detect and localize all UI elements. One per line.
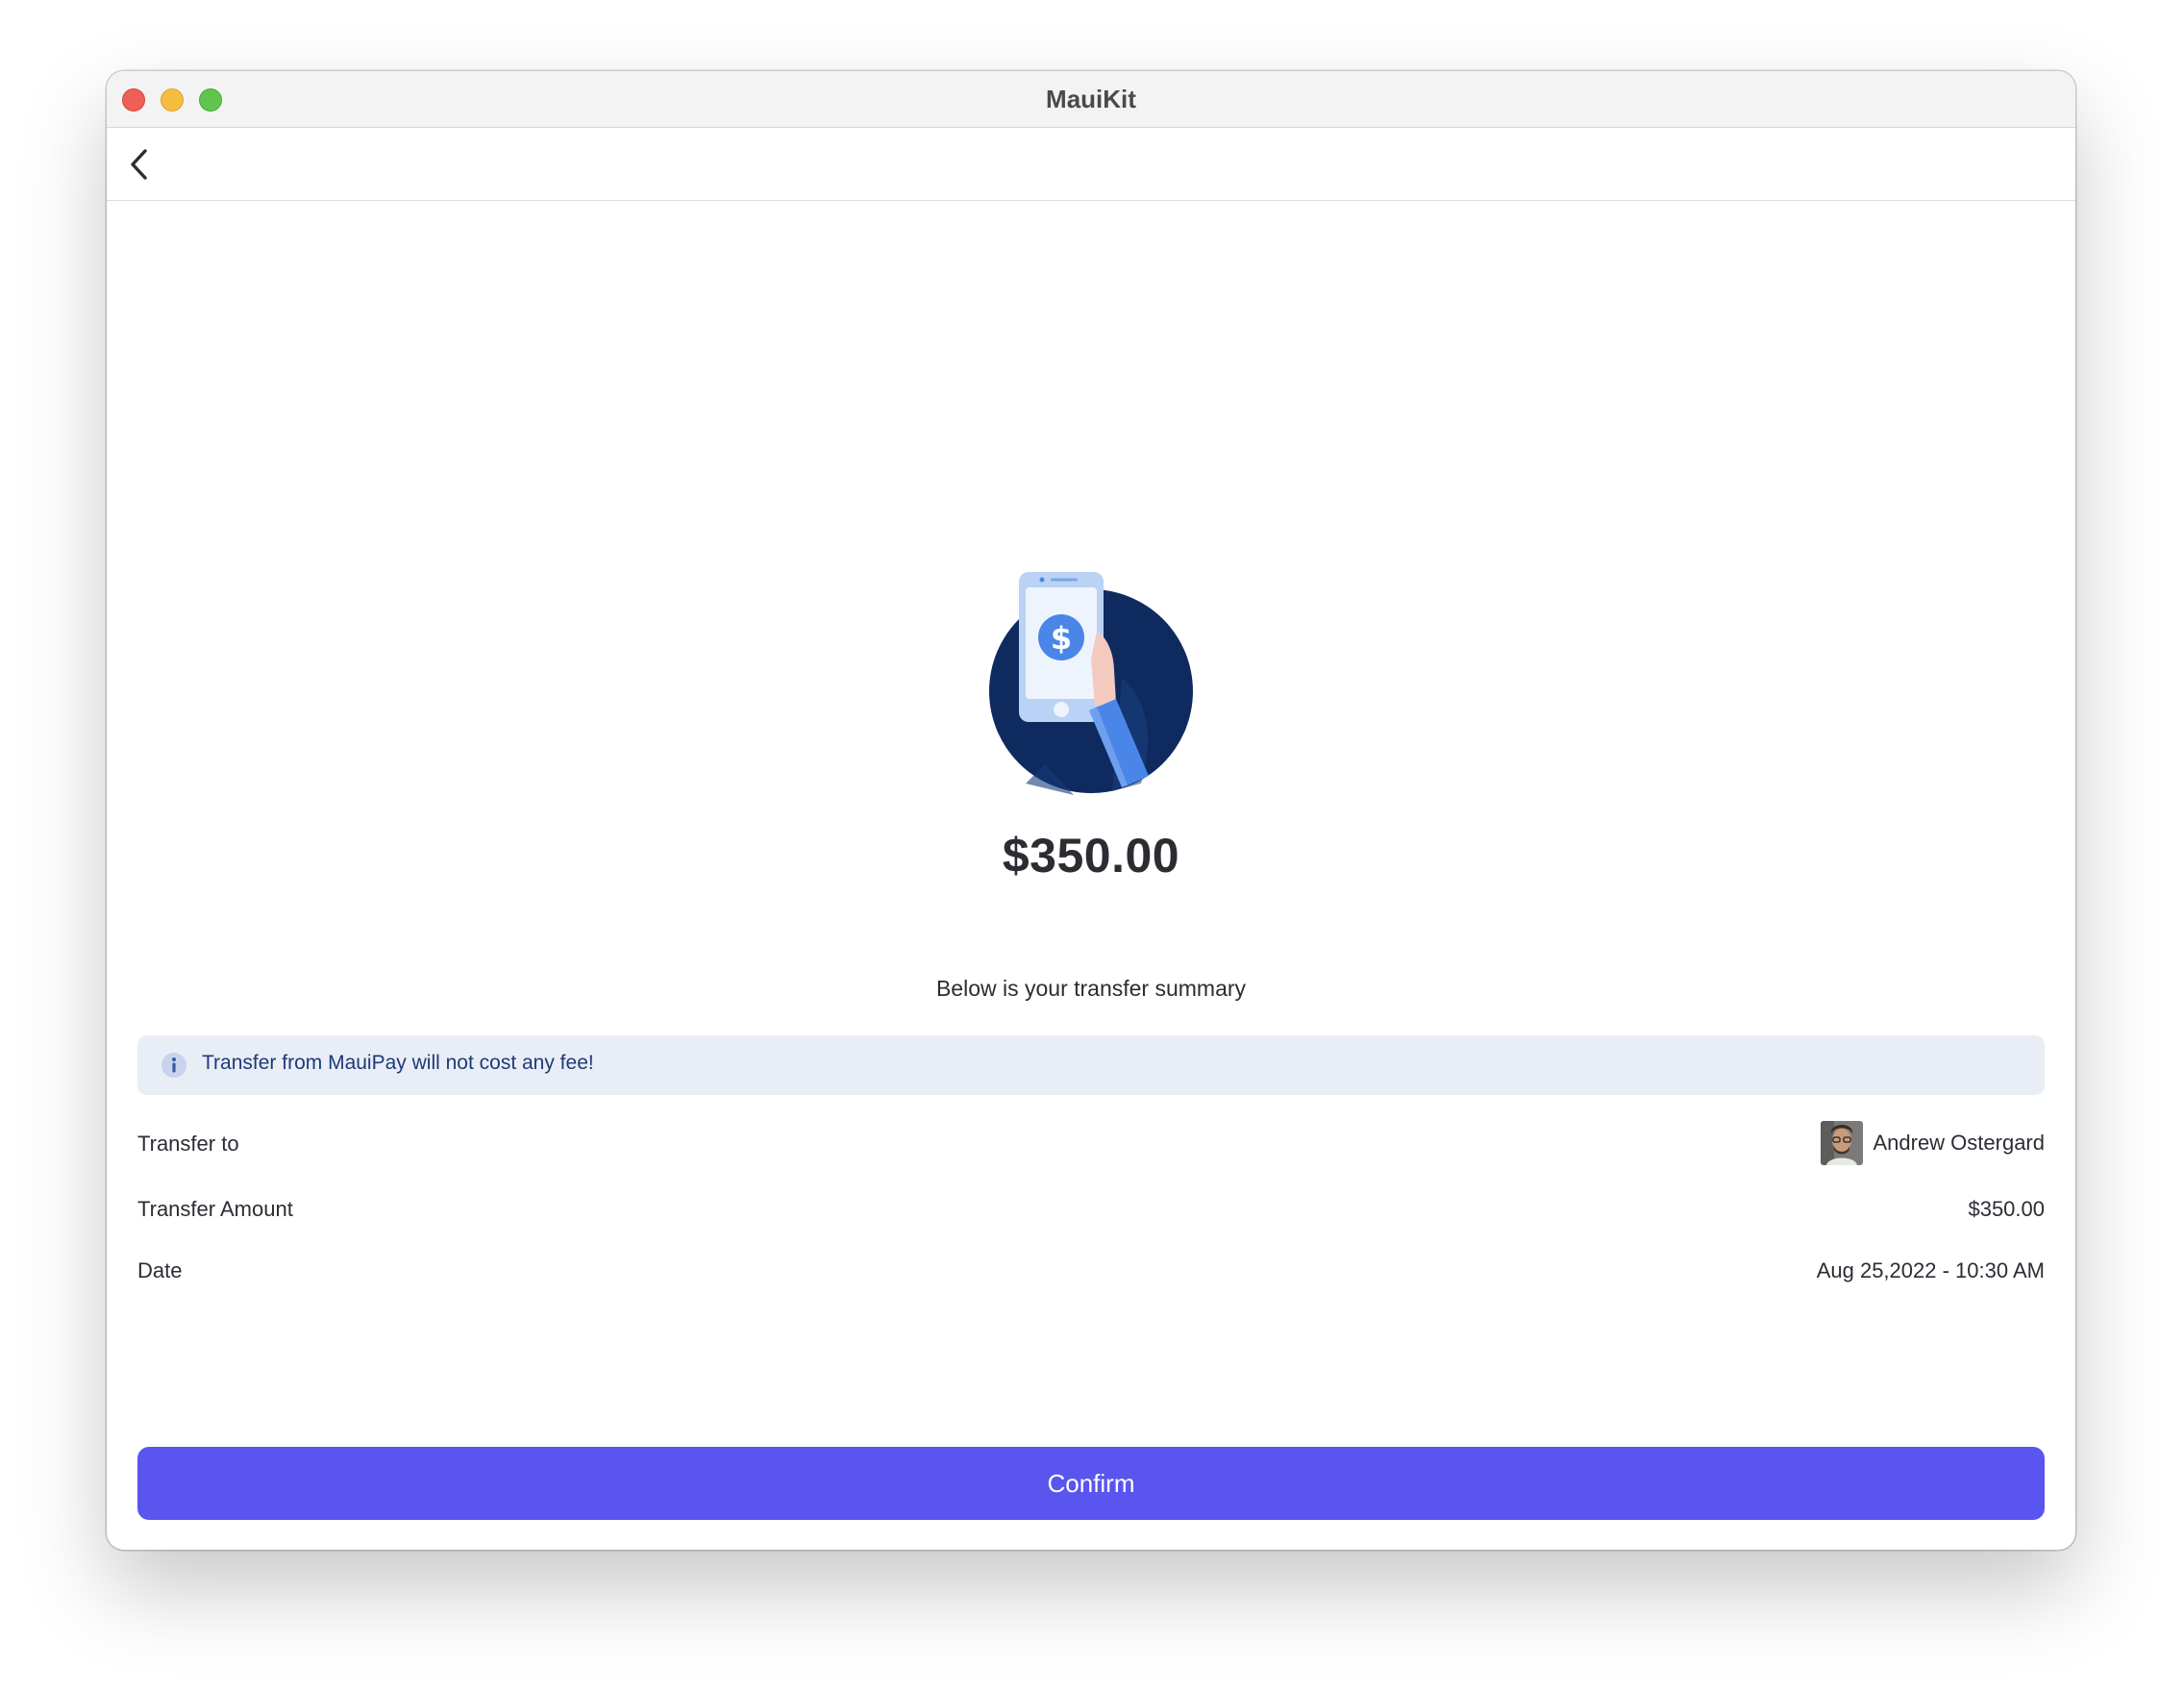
date-value: Aug 25,2022 - 10:30 AM xyxy=(1816,1258,2045,1282)
window-title: MauiKit xyxy=(1046,85,1136,113)
date-label: Date xyxy=(137,1258,183,1282)
chevron-left-icon xyxy=(131,149,147,180)
transfer-summary-page: $ $350.00 Below is your transfer summary… xyxy=(107,201,2075,1550)
back-button[interactable] xyxy=(118,141,164,187)
transfer-amount-label: Transfer Amount xyxy=(137,1197,293,1221)
phone-payment-illustration: $ xyxy=(989,572,1193,795)
info-banner-text: Transfer from MauiPay will not cost any … xyxy=(202,1052,594,1074)
recipient-name: Andrew Ostergard xyxy=(1873,1131,2045,1155)
info-banner: Transfer from MauiPay will not cost any … xyxy=(137,1035,2045,1095)
transfer-amount-heading: $350.00 xyxy=(1002,829,1180,883)
transfer-amount-value: $350.00 xyxy=(1968,1197,2045,1221)
transfer-to-label: Transfer to xyxy=(137,1132,239,1156)
avatar xyxy=(1821,1121,1864,1165)
title-bar: MauiKit xyxy=(107,71,2075,128)
svg-text:$: $ xyxy=(1051,620,1072,657)
app-window: MauiKit $ $350.00 Below is your transfer… xyxy=(107,71,2075,1550)
confirm-button[interactable]: Confirm xyxy=(137,1447,2045,1520)
summary-subtitle: Below is your transfer summary xyxy=(935,976,1247,1001)
recipient: Andrew Ostergard xyxy=(1821,1120,2045,1166)
navigation-bar xyxy=(107,128,2075,201)
info-icon xyxy=(161,1053,186,1078)
